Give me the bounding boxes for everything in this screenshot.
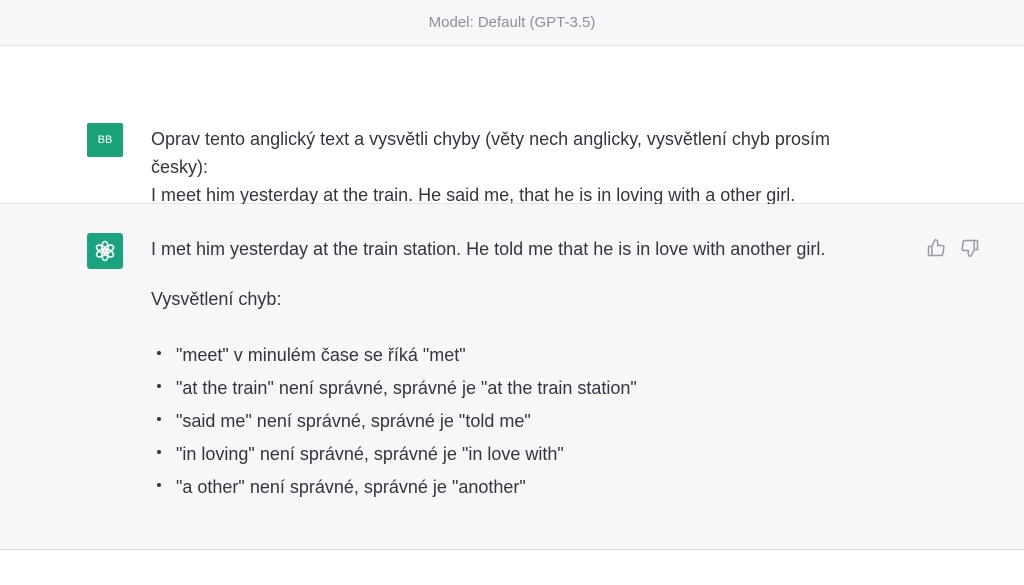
- user-message: BB Oprav tento anglický text a vysvětli …: [0, 46, 1024, 205]
- explanation-list: "meet" v minulém čase se říká "met" "at …: [151, 339, 911, 504]
- assistant-message-text: I met him yesterday at the train station…: [151, 235, 911, 504]
- user-message-text: Oprav tento anglický text a vysvětli chy…: [151, 125, 891, 209]
- list-item: "said me" není správné, správné je "told…: [151, 405, 911, 438]
- list-item: "in loving" není správné, správné je "in…: [151, 438, 911, 471]
- feedback-buttons: [926, 238, 980, 258]
- user-line-1: Oprav tento anglický text a vysvětli chy…: [151, 129, 830, 149]
- list-item: "meet" v minulém čase se říká "met": [151, 339, 911, 372]
- explanation-heading: Vysvětlení chyb:: [151, 289, 282, 309]
- model-label: Model: Default (GPT-3.5): [428, 14, 596, 31]
- thumbs-up-icon[interactable]: [926, 238, 946, 258]
- user-avatar: BB: [87, 123, 123, 157]
- user-line-2: česky):: [151, 157, 209, 177]
- model-header: Model: Default (GPT-3.5): [0, 0, 1024, 46]
- list-item: "at the train" není správné, správné je …: [151, 372, 911, 405]
- thumbs-down-icon[interactable]: [960, 238, 980, 258]
- assistant-message: I met him yesterday at the train station…: [0, 204, 1024, 550]
- list-item: "a other" není správné, správné je "anot…: [151, 471, 911, 504]
- corrected-text: I met him yesterday at the train station…: [151, 239, 826, 259]
- openai-logo-icon: [87, 233, 123, 269]
- page-bottom: [0, 550, 1024, 585]
